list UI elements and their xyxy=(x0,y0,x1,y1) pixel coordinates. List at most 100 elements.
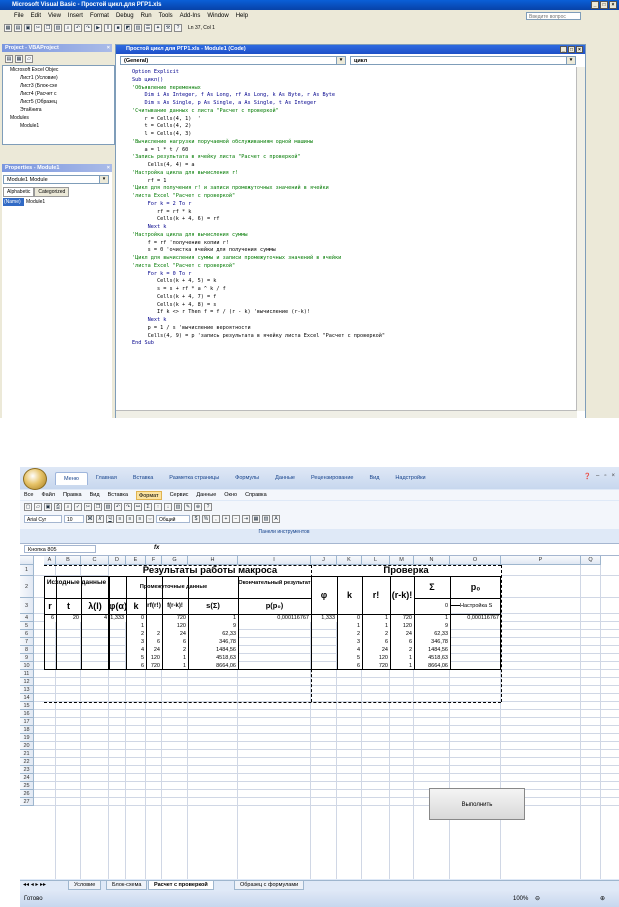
cell-rf[interactable]: 120 xyxy=(146,654,162,662)
column-header[interactable]: M xyxy=(390,556,414,565)
cell-k[interactable]: 5 xyxy=(126,654,146,662)
excel-menu-item[interactable]: Вид xyxy=(90,490,100,500)
cell-frk[interactable]: 24 xyxy=(162,630,188,638)
close-icon[interactable]: × xyxy=(107,44,110,52)
zoom-out-icon[interactable]: ⊖ xyxy=(535,891,540,907)
cell-s[interactable]: 1 xyxy=(188,614,238,622)
ribbon-tab[interactable]: Надстройки xyxy=(387,472,433,485)
horizontal-scrollbar[interactable] xyxy=(116,410,577,418)
project-tree-item[interactable]: Лист1 (Условие) xyxy=(6,74,114,82)
cell-k[interactable]: 2 xyxy=(126,630,146,638)
align-center-icon[interactable]: ≡ xyxy=(126,515,134,523)
close-icon[interactable]: × xyxy=(107,164,110,172)
maximize-button[interactable]: □ xyxy=(600,1,608,9)
zoom-icon[interactable]: ⊕ xyxy=(194,503,202,511)
column-header[interactable]: D xyxy=(109,556,126,565)
hyperlink-icon[interactable]: ⚯ xyxy=(134,503,142,511)
row-header[interactable]: 17 xyxy=(20,718,34,726)
cell-check-r[interactable]: 1 xyxy=(362,622,390,630)
view-code-icon[interactable]: ▤ xyxy=(5,54,13,63)
sheet-tab[interactable]: Условие xyxy=(68,881,102,890)
run-macro-button[interactable]: Выполнить xyxy=(429,788,525,820)
column-header[interactable]: A xyxy=(44,556,56,565)
column-header[interactable]: E xyxy=(126,556,146,565)
view-excel-icon[interactable]: ▦ xyxy=(4,24,12,32)
column-header[interactable]: Q xyxy=(581,556,601,565)
sigma-header[interactable]: Σ xyxy=(414,576,450,598)
object-combo[interactable]: (General) ▾ xyxy=(120,56,346,65)
r-fact-header[interactable]: r! xyxy=(362,576,390,614)
font-name-select[interactable]: Arial Cyr xyxy=(24,515,62,523)
sheet-tab[interactable]: Расчет с проверкой xyxy=(148,881,214,890)
lambda-header[interactable]: λ(l) xyxy=(81,598,109,614)
row-header[interactable]: 2 xyxy=(20,576,34,598)
name-box[interactable]: Кнопка 805 xyxy=(24,545,96,553)
row-header[interactable]: 4 xyxy=(20,614,34,622)
chart-icon[interactable]: ▥ xyxy=(174,503,182,511)
ribbon-tab[interactable]: Меню xyxy=(55,472,88,485)
close-button[interactable]: × xyxy=(609,1,617,9)
spelling-icon[interactable]: ✓ xyxy=(74,503,82,511)
cell-rf[interactable] xyxy=(146,614,162,622)
column-header[interactable]: C xyxy=(81,556,109,565)
open-icon[interactable]: ▱ xyxy=(34,503,42,511)
row-header[interactable]: 15 xyxy=(20,702,34,710)
cell-check-r[interactable]: 120 xyxy=(362,654,390,662)
sort-asc-icon[interactable]: ↑ xyxy=(154,503,162,511)
project-tree-item[interactable]: Module1 xyxy=(6,122,114,130)
row-header[interactable]: 6 xyxy=(20,630,34,638)
row-header[interactable]: 18 xyxy=(20,726,34,734)
cell-k[interactable]: 0 xyxy=(126,614,146,622)
column-header[interactable]: K xyxy=(337,556,362,565)
property-row-name[interactable]: (Name) Module1 xyxy=(3,198,109,206)
row-header[interactable]: 3 xyxy=(20,598,34,614)
copy-icon[interactable]: ❐ xyxy=(94,503,102,511)
cell-check-sigma[interactable]: 1484,56 xyxy=(414,646,450,654)
column-header[interactable]: L xyxy=(362,556,390,565)
excel-menu-item[interactable]: Сервис xyxy=(170,490,189,500)
object-browser-icon[interactable]: ✦ xyxy=(154,24,162,32)
cell-check-sigma[interactable]: 62,33 xyxy=(414,630,450,638)
save-icon[interactable]: ▣ xyxy=(44,503,52,511)
sheet-nav-icon[interactable]: ◂◂ ◂ ▸ ▸▸ xyxy=(23,881,46,890)
row-header[interactable]: 10 xyxy=(20,662,34,670)
check-title[interactable]: Проверка xyxy=(311,565,501,576)
italic-icon[interactable]: К xyxy=(96,515,104,523)
cell-check-r[interactable]: 1 xyxy=(362,614,390,622)
excel-menu-item[interactable]: Вставка xyxy=(108,490,128,500)
cell-frk[interactable]: 6 xyxy=(162,638,188,646)
cell-check-k[interactable]: 5 xyxy=(337,654,362,662)
row-header[interactable]: 23 xyxy=(20,766,34,774)
sheet-tab[interactable]: Блок-схема xyxy=(106,881,148,890)
ribbon-tab[interactable]: Рецензирование xyxy=(303,472,361,485)
row-header[interactable]: 11 xyxy=(20,670,34,678)
project-tree-item[interactable]: Microsoft Excel Objec xyxy=(6,66,114,74)
menu-help[interactable]: Help xyxy=(236,11,248,21)
column-header[interactable]: J xyxy=(311,556,337,565)
tab-alphabetic[interactable]: Alphabetic xyxy=(3,187,35,197)
cell-rf[interactable]: 24 xyxy=(146,646,162,654)
cell-check-rk[interactable]: 120 xyxy=(390,622,414,630)
code-editor[interactable]: Option Explicit Sub цикл() 'Объявление пер… xyxy=(132,69,572,348)
borders-icon[interactable]: ▦ xyxy=(252,515,260,523)
help-icon[interactable]: ? xyxy=(174,24,182,32)
ribbon-tab[interactable]: Данные xyxy=(267,472,303,485)
cell-k[interactable]: 3 xyxy=(126,638,146,646)
row-header[interactable]: 27 xyxy=(20,798,34,806)
menu-insert[interactable]: Insert xyxy=(68,11,83,21)
sort-desc-icon[interactable]: ↓ xyxy=(164,503,172,511)
source-data-header[interactable]: Исходные данные xyxy=(44,576,109,598)
cell-check-sigma[interactable]: 346,78 xyxy=(414,638,450,646)
row-header[interactable]: 8 xyxy=(20,646,34,654)
excel-menu-item[interactable]: Справка xyxy=(245,490,267,500)
project-tree-item[interactable]: Лист3 (Блок-схе xyxy=(6,82,114,90)
bold-icon[interactable]: Ж xyxy=(86,515,94,523)
row-header[interactable]: 16 xyxy=(20,710,34,718)
cell-check-rk[interactable]: 24 xyxy=(390,630,414,638)
cell-phi-a[interactable]: 1,333 xyxy=(109,614,126,622)
cell-l[interactable]: 4 xyxy=(81,614,109,622)
row-header[interactable]: 22 xyxy=(20,758,34,766)
new-file-icon[interactable]: ▢ xyxy=(24,503,32,511)
undo-icon[interactable]: ↶ xyxy=(74,24,82,32)
p-header[interactable]: p(p₀) xyxy=(238,598,311,614)
